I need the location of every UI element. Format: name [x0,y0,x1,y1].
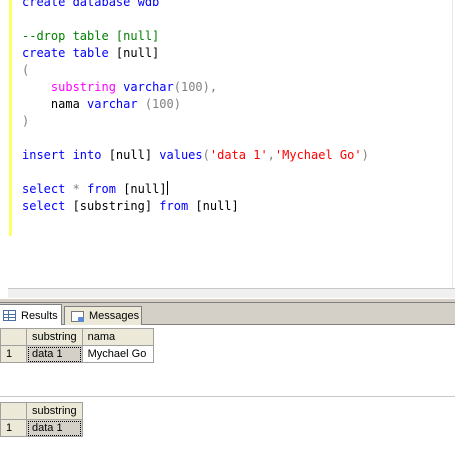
messages-icon [71,310,84,322]
code-token: select [22,199,66,213]
code-token: create table [22,46,109,60]
grid-separator [0,396,455,397]
code-token: create database wdb [22,0,160,9]
code-token: nama [22,97,88,111]
code-line[interactable]: nama varchar (100) [22,96,369,113]
tab-messages[interactable]: Messages [64,306,142,325]
table-cell[interactable]: Mychael Go [81,345,154,363]
code-token: [null] [115,182,167,196]
grid-corner[interactable] [0,402,27,420]
grid-corner[interactable] [0,328,27,346]
code-token: from [159,199,189,213]
code-token: 'Mychael Go' [274,148,362,162]
row-number[interactable]: 1 [0,345,27,363]
code-line[interactable]: select [substring] from [null] [22,198,369,215]
sql-code[interactable]: create database wdb --drop table [null] cr… [22,0,369,215]
code-token: from [87,182,116,196]
code-line[interactable]: create database wdb [22,0,369,11]
code-line[interactable]: ) [22,113,369,130]
result-grid-1[interactable]: substring nama 1 data 1 Mychael Go [0,328,154,363]
code-line[interactable]: select * from [null] [22,181,369,198]
code-token: insert into [22,148,102,162]
table-cell[interactable]: data 1 [26,345,83,363]
row-number[interactable]: 1 [0,419,27,437]
code-line[interactable] [22,130,369,147]
code-token: ) [361,148,369,162]
text-caret [166,181,168,195]
code-token: values [159,148,203,162]
code-token: select [22,182,66,196]
editor-gutter [0,0,8,288]
results-grid-icon [3,310,16,321]
code-token: substring [50,80,116,94]
code-token: ) [22,114,30,128]
code-token: , [267,148,275,162]
tab-results[interactable]: Results [0,304,62,326]
code-token: (100), [173,80,218,94]
code-line[interactable]: substring varchar(100), [22,79,369,96]
code-token: ( [202,148,210,162]
code-line[interactable]: --drop table [null] [22,28,369,45]
code-token: [null] [101,148,160,162]
code-line[interactable] [22,164,369,181]
code-line[interactable] [22,11,369,28]
table-row: 1 data 1 Mychael Go [0,345,154,363]
code-token: [null] [188,199,239,213]
tab-messages-label: Messages [89,310,140,322]
sql-query-editor[interactable]: create database wdb --drop table [null] cr… [0,0,455,299]
code-line[interactable]: ( [22,62,369,79]
table-cell[interactable]: data 1 [26,419,83,437]
grid-header-row: substring nama [0,328,154,346]
code-token: [null] [108,46,160,60]
column-header[interactable]: nama [81,328,154,346]
code-token: varchar [123,80,174,94]
code-token: [substring] [65,199,160,213]
code-token: (100) [137,97,181,111]
code-line[interactable]: create table [null] [22,45,369,62]
column-header[interactable]: substring [26,402,83,420]
code-line[interactable]: insert into [null] values('data 1','Mych… [22,147,369,164]
results-tab-bar: Results Messages [0,303,455,326]
code-token: --drop table [null] [22,29,160,43]
column-header[interactable]: substring [26,328,83,346]
change-indicator-bar [9,0,12,236]
result-grid-2[interactable]: substring 1 data 1 [0,402,83,437]
results-pane: substring nama 1 data 1 Mychael Go subst… [0,325,455,452]
code-token: varchar [87,97,138,111]
tab-results-label: Results [21,309,58,322]
code-token: 'data 1' [209,148,268,162]
code-token: ( [22,63,30,77]
code-token: * [72,182,80,196]
table-row: 1 data 1 [0,419,83,437]
grid-header-row: substring [0,402,83,420]
